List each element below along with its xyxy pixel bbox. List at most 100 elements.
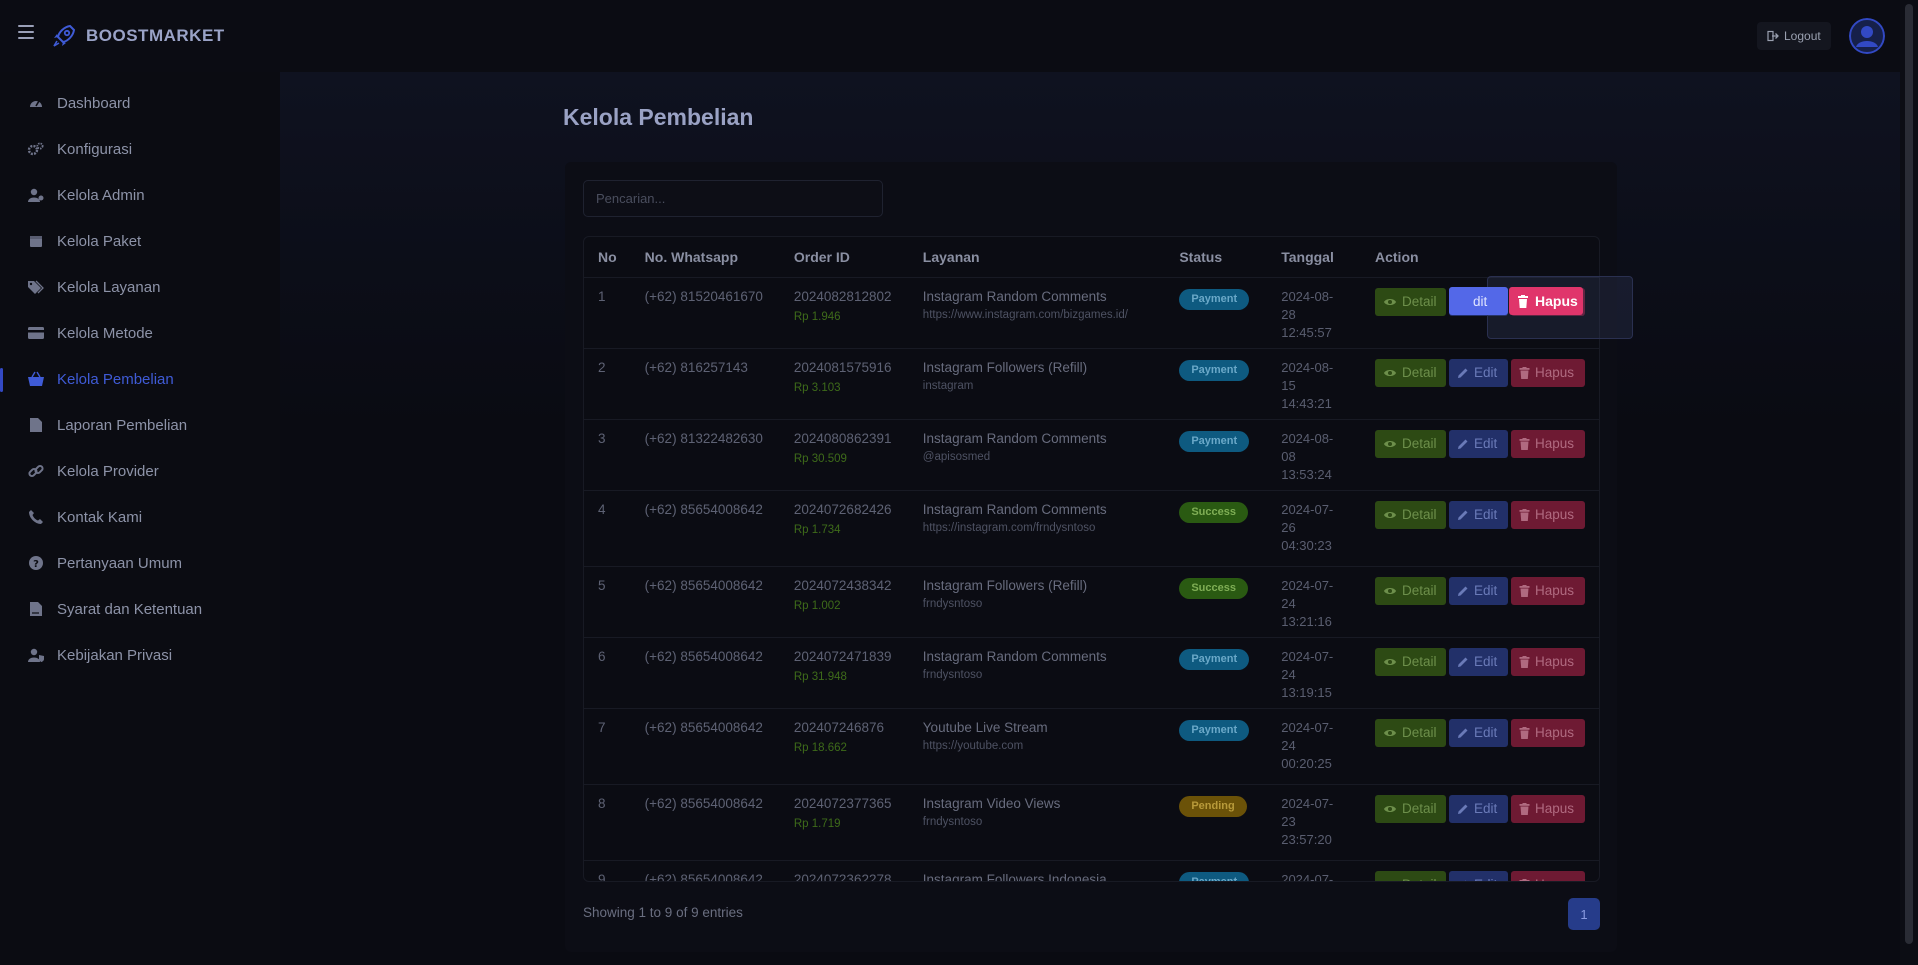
eye-icon	[1384, 369, 1396, 376]
hapus-button[interactable]: Hapus	[1511, 870, 1585, 881]
sidebar-item-kontak-kami[interactable]: Kontak Kami	[0, 497, 280, 537]
detail-button[interactable]: Detail	[1375, 287, 1446, 316]
cell-order-id: 2024072471839 Rp 31.948	[779, 637, 909, 709]
hamburger-menu-icon[interactable]	[18, 25, 34, 39]
sidebar-item-syarat-dan-ketentuan[interactable]: Syarat dan Ketentuan	[0, 589, 280, 629]
detail-label: Detail	[1402, 877, 1437, 881]
order-date: 2024-07- 24 13:21:16	[1281, 577, 1334, 629]
cell-whatsapp: (+62) 85654008642	[644, 871, 763, 882]
status-badge: Payment	[1179, 648, 1250, 670]
hapus-button[interactable]: Hapus	[1511, 576, 1585, 605]
cell-layanan: Instagram Random Comments https://instagr…	[908, 490, 1166, 567]
sidebar-item-kebijakan-privasi[interactable]: Kebijakan Privasi	[0, 635, 280, 675]
eye-icon	[1384, 587, 1396, 594]
cell-status: Payment	[1165, 860, 1267, 881]
brand[interactable]: BOOSTMARKET	[50, 22, 225, 50]
sidebar-item-kelola-provider[interactable]: Kelola Provider	[0, 451, 280, 491]
hapus-button[interactable]: Hapus	[1511, 358, 1585, 387]
cell-layanan: Instagram Random Comments frndysntoso	[908, 637, 1166, 709]
sidebar-item-kelola-pembelian[interactable]: Kelola Pembelian	[0, 359, 280, 399]
detail-button[interactable]: Detail	[1375, 576, 1446, 605]
order-id: 2024072471839	[793, 648, 892, 664]
cell-whatsapp: (+62) 85654008642	[630, 784, 780, 861]
detail-button[interactable]: Detail	[1375, 718, 1446, 747]
trash-icon	[1519, 584, 1530, 597]
detail-button[interactable]: Detail	[1375, 358, 1446, 387]
detail-label: Detail	[1402, 507, 1437, 522]
hapus-label: Hapus	[1535, 583, 1575, 598]
table-row: 6 (+62) 85654008642 2024072471839 Rp 31.948…	[584, 637, 1599, 709]
edit-button[interactable]: Edit	[1449, 358, 1508, 387]
hapus-button[interactable]: Hapus	[1511, 718, 1585, 747]
user-gear-icon	[27, 186, 45, 204]
column-header-whatsapp[interactable]: No. Whatsapp	[630, 237, 780, 278]
pagination-page-1[interactable]: 1	[1568, 898, 1600, 930]
edit-button[interactable]: Edit	[1449, 576, 1508, 605]
hapus-button[interactable]: Hapus	[1511, 647, 1585, 676]
sidebar-item-laporan-pembelian[interactable]: Laporan Pembelian	[0, 405, 280, 445]
cogs-icon	[27, 140, 45, 158]
hapus-button[interactable]: Hapus	[1511, 429, 1585, 458]
edit-label: Edit	[1474, 877, 1497, 881]
column-header-order-id[interactable]: Order ID	[779, 237, 909, 278]
edit-button[interactable]: Edit	[1449, 870, 1508, 881]
edit-button[interactable]: Edit	[1449, 718, 1508, 747]
hapus-button-hovered[interactable]: Hapus	[1509, 287, 1583, 315]
column-header-status[interactable]: Status	[1165, 237, 1268, 278]
sidebar-item-kelola-metode[interactable]: Kelola Metode	[0, 313, 280, 353]
cell-action: Detail Edit Hapus	[1361, 708, 1599, 785]
detail-button[interactable]: Detail	[1375, 794, 1446, 823]
edit-button[interactable]: Edit	[1449, 429, 1508, 458]
column-header-no[interactable]: No	[584, 237, 631, 278]
sidebar-item-pertanyaan-umum[interactable]: ? Pertanyaan Umum	[0, 543, 280, 583]
hapus-label: Hapus	[1535, 436, 1575, 451]
sidebar-item-label: Pertanyaan Umum	[57, 554, 183, 572]
file-icon	[27, 416, 45, 434]
cell-order-id: 2024072682426 Rp 1.734	[779, 490, 909, 567]
cell-status: Payment	[1165, 277, 1268, 349]
edit-button[interactable]: Edit	[1449, 794, 1508, 823]
avatar[interactable]	[1849, 18, 1885, 54]
sidebar-item-konfigurasi[interactable]: Konfigurasi	[0, 129, 280, 169]
sidebar-item-label: Kebijakan Privasi	[57, 646, 173, 664]
table-row: 1 (+62) 81520461670 2024082812802 Rp 1.946 I…	[584, 277, 1599, 349]
detail-button[interactable]: Detail	[1375, 429, 1446, 458]
cell-whatsapp: (+62) 85654008642	[630, 708, 780, 785]
detail-button[interactable]: Detail	[1375, 647, 1446, 676]
trash-icon	[1519, 726, 1530, 739]
edit-button-hovered[interactable]: dit	[1449, 287, 1508, 315]
sidebar-item-dashboard[interactable]: Dashboard	[0, 83, 280, 123]
pencil-icon	[1458, 510, 1468, 520]
service-name: Instagram Followers (Refill)	[922, 577, 1088, 593]
detail-button[interactable]: Detail	[1375, 500, 1446, 529]
order-id: 2024072362278	[793, 871, 892, 882]
page-scrollbar[interactable]	[1900, 0, 1918, 965]
hapus-button[interactable]: Hapus	[1511, 500, 1585, 529]
search-input[interactable]	[583, 180, 883, 217]
column-header-tanggal[interactable]: Tanggal	[1267, 237, 1361, 278]
hapus-button[interactable]: Hapus	[1511, 794, 1585, 823]
column-header-layanan[interactable]: Layanan	[908, 237, 1166, 278]
edit-label: Edit	[1474, 365, 1498, 380]
sidebar-item-kelola-paket[interactable]: Kelola Paket	[0, 221, 280, 261]
detail-button[interactable]: Detail	[1375, 870, 1446, 881]
dashboard-icon	[27, 94, 45, 112]
service-target: @apisosmed	[922, 450, 991, 463]
edit-button[interactable]: Edit	[1449, 647, 1508, 676]
order-price: Rp 3.103	[793, 381, 841, 394]
sidebar-item-label: Dashboard	[57, 94, 131, 112]
entries-info: Showing 1 to 9 of 9 entries	[583, 905, 743, 920]
cell-no: 6	[584, 637, 631, 709]
basket-icon	[27, 370, 45, 388]
cell-layanan: Instagram Random Comments @apisosmed	[908, 419, 1166, 491]
sidebar-item-label: Kelola Metode	[57, 324, 153, 342]
logout-button[interactable]: Logout	[1757, 22, 1831, 50]
edit-button[interactable]: Edit	[1449, 500, 1508, 529]
sidebar-item-kelola-layanan[interactable]: Kelola Layanan	[0, 267, 280, 307]
hapus-label: Hapus	[1535, 801, 1575, 816]
scrollbar-thumb[interactable]	[1905, 4, 1913, 944]
sidebar-item-kelola-admin[interactable]: Kelola Admin	[0, 175, 280, 215]
cell-action: Detail Edit Hapus	[1361, 637, 1599, 709]
logout-label: Logout	[1784, 29, 1821, 43]
cell-tanggal: 2024-08- 15 14:43:21	[1267, 348, 1361, 420]
